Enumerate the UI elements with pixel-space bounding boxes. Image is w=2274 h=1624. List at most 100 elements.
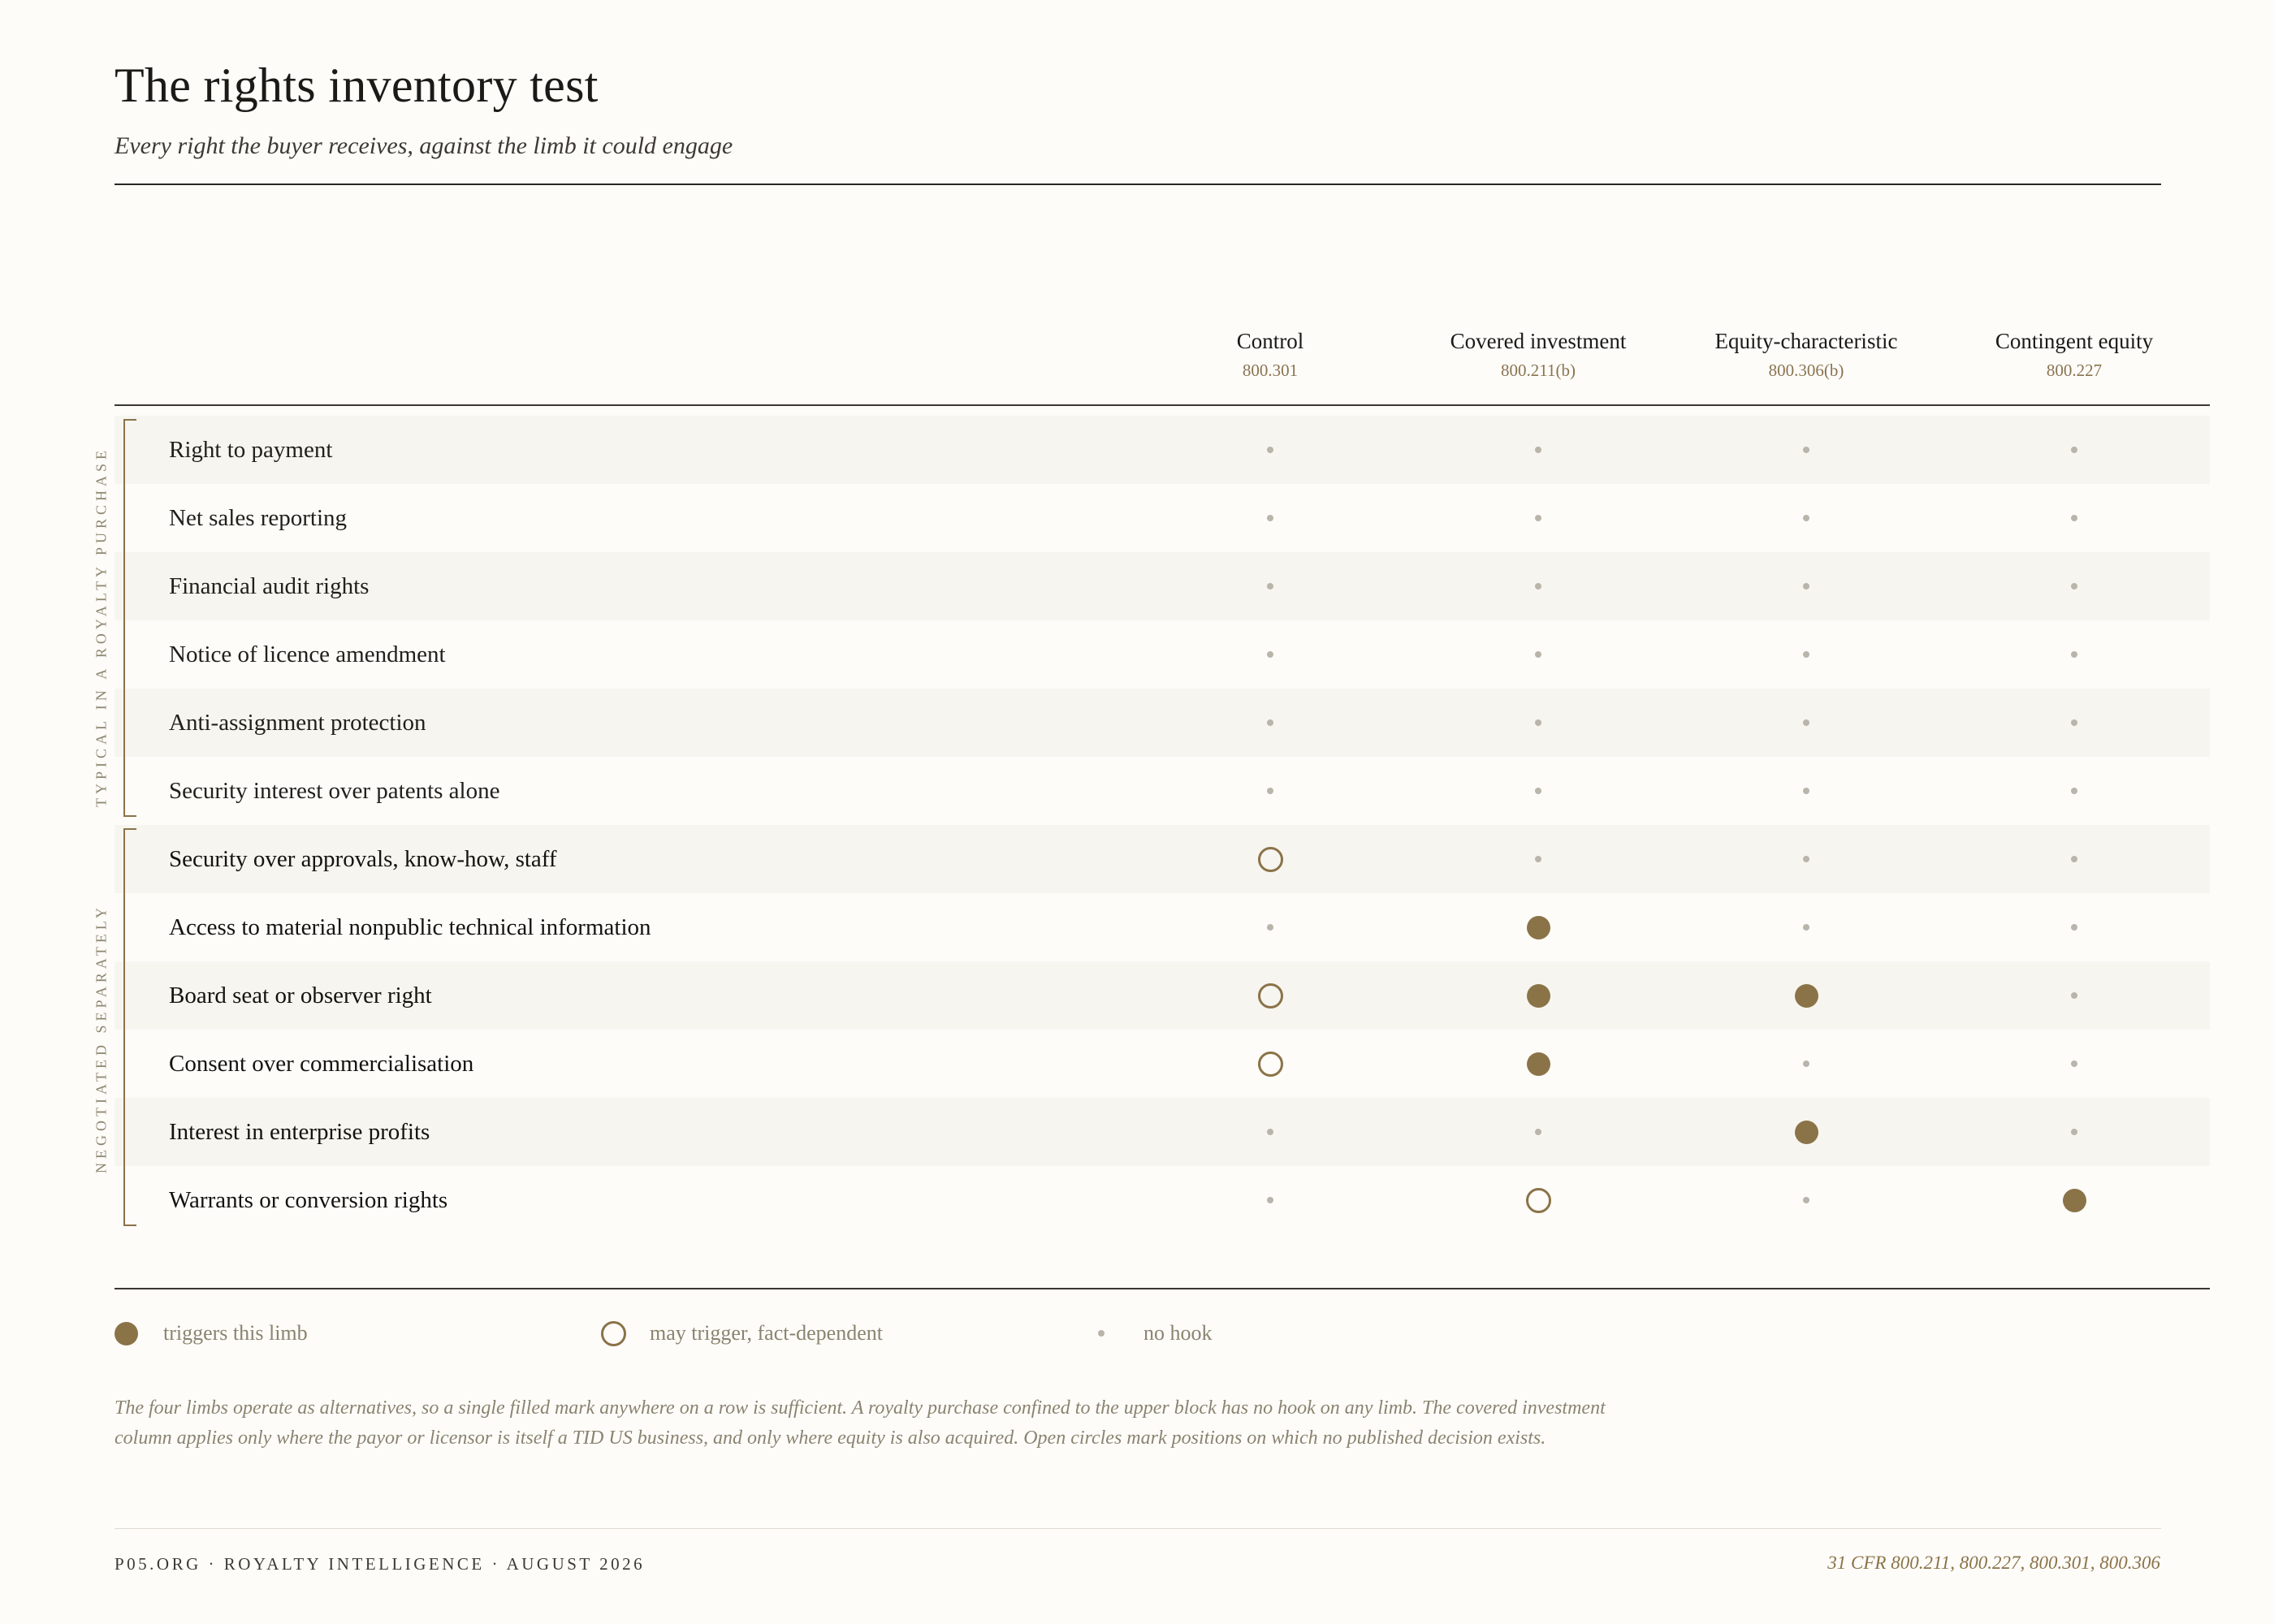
table-cell (1136, 620, 1404, 689)
column-header-contingent-equity: Contingent equity 800.227 (1940, 328, 2208, 382)
table-cell (1136, 484, 1404, 552)
table-cell (1672, 552, 1940, 620)
column-citation: 800.211(b) (1501, 361, 1576, 381)
table-cell (1672, 620, 1940, 689)
table-cell (1672, 1166, 1940, 1234)
table-cell (1136, 1098, 1404, 1166)
row-label: Access to material nonpublic technical i… (169, 914, 651, 940)
table-cell (1672, 1030, 1940, 1098)
dot-icon (2071, 651, 2077, 658)
dot-icon (2071, 515, 2077, 521)
table-row: Security over approvals, know-how, staff (115, 825, 2210, 893)
table-row: Access to material nonpublic technical i… (115, 893, 2210, 961)
table-cell (1404, 552, 1672, 620)
dot-icon (1535, 1129, 1541, 1135)
dot-icon (1803, 583, 1809, 590)
row-label: Security over approvals, know-how, staff (169, 846, 557, 872)
column-name: Contingent equity (1995, 329, 2154, 353)
group-label-text: NEGOTIATED SEPARATELY (93, 903, 110, 1174)
row-label: Security interest over patents alone (169, 778, 500, 804)
page: The rights inventory test Every right th… (0, 0, 2274, 1624)
dot-icon (1267, 583, 1273, 590)
table-row: Security interest over patents alone (115, 757, 2210, 825)
table-cell (1940, 689, 2208, 757)
column-name: Covered investment (1450, 329, 1627, 353)
table-cell (1672, 961, 1940, 1030)
table-cell (1672, 757, 1940, 825)
dot-icon (2071, 447, 2077, 453)
column-name: Equity-characteristic (1714, 329, 1898, 353)
dot-icon (1098, 1330, 1105, 1337)
dot-icon (1803, 856, 1809, 862)
filled-circle-icon (2062, 1188, 2086, 1212)
column-header-control: Control 800.301 (1136, 328, 1404, 382)
table-row: Net sales reporting (115, 484, 2210, 552)
dot-icon (1803, 1060, 1809, 1067)
table-row: Notice of licence amendment (115, 620, 2210, 689)
dot-icon (1803, 1197, 1809, 1203)
dot-icon (2071, 1129, 2077, 1135)
open-circle-icon (601, 1320, 626, 1346)
legend-text: may trigger, fact-dependent (650, 1321, 883, 1345)
filled-circle-icon (1526, 915, 1550, 939)
footer-publication: P05.ORG · ROYALTY INTELLIGENCE · AUGUST … (115, 1554, 646, 1574)
table-cell (1404, 1098, 1672, 1166)
row-label: Net sales reporting (169, 505, 348, 531)
table-row: Board seat or observer right (115, 961, 2210, 1030)
table-cell (1940, 961, 2208, 1030)
legend-item-no-hook: no hook (1085, 1314, 1213, 1353)
table-cell (1404, 689, 1672, 757)
group-bracket-typical (123, 419, 136, 817)
table-cell (1940, 893, 2208, 961)
dot-icon (1535, 856, 1541, 862)
column-header-equity-characteristic: Equity-characteristic 800.306(b) (1672, 328, 1940, 382)
dot-icon (2071, 924, 2077, 931)
legend-text: triggers this limb (163, 1321, 308, 1345)
dot-icon (1803, 788, 1809, 794)
table-cell (1940, 825, 2208, 893)
column-header-covered-investment: Covered investment 800.211(b) (1404, 328, 1672, 382)
table-cell (1404, 961, 1672, 1030)
table-cell (1940, 416, 2208, 484)
table-cell (1404, 620, 1672, 689)
dot-icon (1267, 447, 1273, 453)
table-cell (1136, 416, 1404, 484)
table-cell (1136, 825, 1404, 893)
table-cell (1940, 1166, 2208, 1234)
filled-circle-icon (1794, 983, 1818, 1008)
open-circle-icon (1525, 1187, 1551, 1213)
column-citation: 800.306(b) (1768, 361, 1844, 381)
group-bracket-negotiated (123, 828, 136, 1226)
table-row: Consent over commercialisation (115, 1030, 2210, 1098)
dot-icon (1803, 447, 1809, 453)
open-circle-icon (1257, 983, 1283, 1009)
dot-icon (1535, 447, 1541, 453)
dot-icon (1803, 515, 1809, 521)
table-cell (1404, 893, 1672, 961)
table-row: Warrants or conversion rights (115, 1166, 2210, 1234)
dot-icon (1803, 924, 1809, 931)
dot-icon (1267, 515, 1273, 521)
table-cell (1940, 757, 2208, 825)
column-citation: 800.301 (1242, 361, 1299, 381)
column-citation: 800.227 (2046, 361, 2103, 381)
legend-item-may-trigger: may trigger, fact-dependent (601, 1314, 883, 1353)
table-cell (1136, 689, 1404, 757)
table-cell (1672, 484, 1940, 552)
table-cell (1136, 552, 1404, 620)
open-circle-icon (1257, 1051, 1283, 1077)
row-label: Financial audit rights (169, 573, 370, 599)
table-cell (1404, 1030, 1672, 1098)
table-bottom-rule (115, 1288, 2210, 1289)
footer-rule (115, 1528, 2161, 1529)
filled-circle-icon (1526, 1052, 1550, 1076)
table-row: Financial audit rights (115, 552, 2210, 620)
table-cell (1404, 757, 1672, 825)
table-cell (1940, 484, 2208, 552)
filled-circle-icon (1794, 1120, 1818, 1144)
dot-icon (2071, 788, 2077, 794)
table-cell (1136, 757, 1404, 825)
dot-icon (1267, 788, 1273, 794)
row-label: Notice of licence amendment (169, 641, 446, 667)
table-cell (1404, 1166, 1672, 1234)
